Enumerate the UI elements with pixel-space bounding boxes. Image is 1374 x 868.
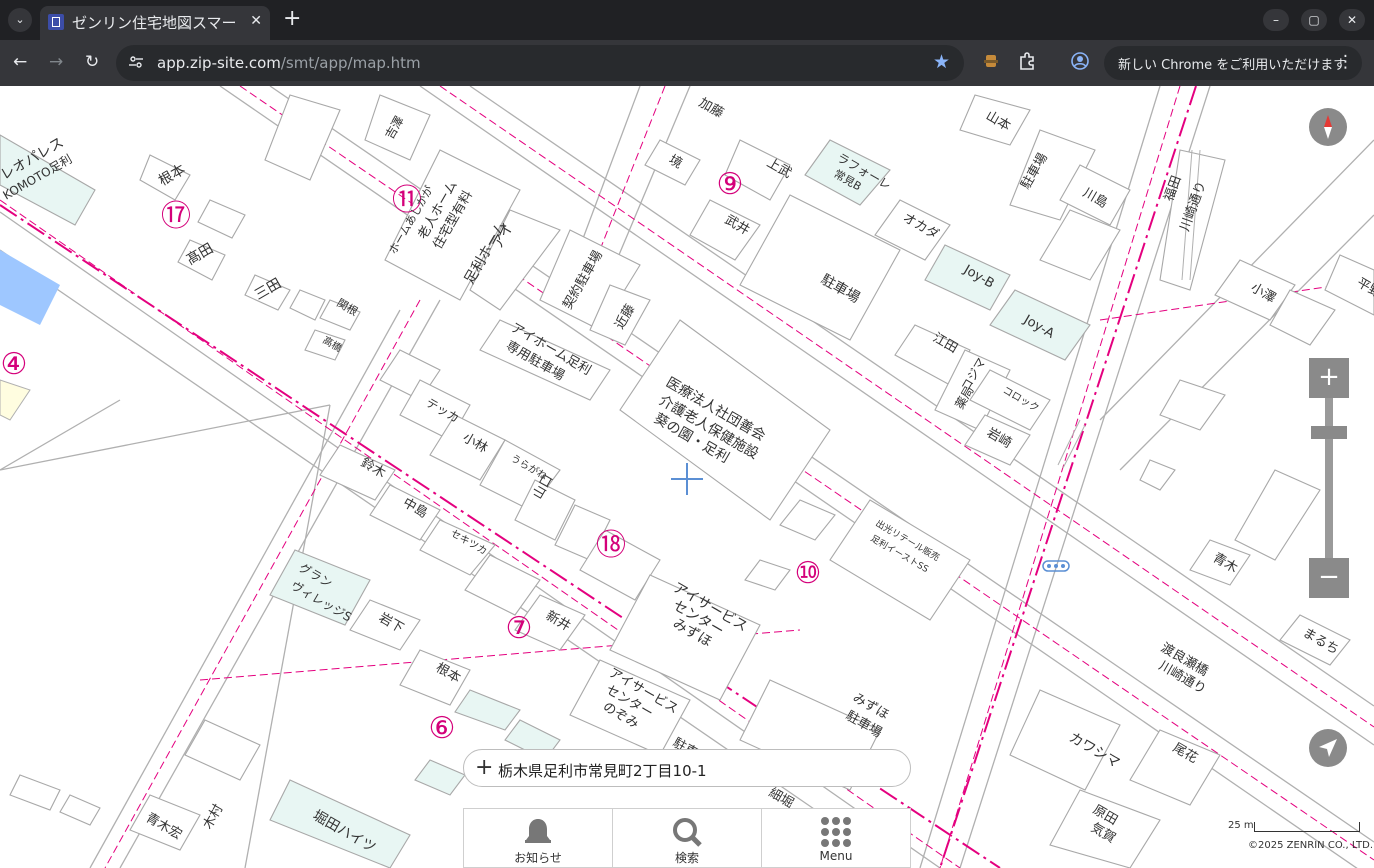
block-number: ⑰ [161,199,191,234]
bottom-menu: お知らせ 検索 Menu [463,808,911,868]
kebab-menu-icon[interactable]: ⋮ [1337,52,1354,72]
menu-label: お知らせ [514,851,562,865]
menu-button[interactable]: Menu [762,809,910,867]
zoom-out-button[interactable]: − [1309,558,1349,598]
zoom-slider-handle[interactable] [1311,426,1347,440]
search-icon [673,818,702,847]
block-number: ⑱ [596,528,626,563]
block-number: ⑨ [717,167,744,202]
current-location-icon[interactable] [1309,729,1347,767]
site-info-icon[interactable] [128,54,144,70]
tab-close-icon[interactable]: ✕ [250,13,262,29]
compass-icon[interactable] [1309,108,1347,146]
map-copyright: ©2025 ZENRIN CO., LTD. [1248,840,1373,851]
tab-search-button[interactable]: ⌄ [8,8,32,32]
block-number: ⑦ [506,611,533,646]
bookmark-star-icon[interactable]: ★ [933,51,950,73]
scale-bar [1254,822,1360,832]
menu-label: 検索 [674,851,699,865]
chrome-update-button[interactable]: 新しい Chrome をご利用いただけます ⋮ [1104,46,1362,80]
minimize-button[interactable]: – [1263,9,1289,31]
back-icon[interactable]: ← [13,52,27,72]
browser-toolbar: ← → ↻ app.zip-site.com/smt/app/map.htm ★… [0,40,1374,86]
map-label: 加藤 [696,95,726,121]
reload-icon[interactable]: ↻ [85,52,99,72]
address-text: 栃木県足利市常見町2丁目10-1 [498,762,707,780]
map-scale: 25 m [1228,820,1360,834]
menu-label: Menu [819,849,853,863]
block-number: ⑥ [429,711,456,746]
tab-title: ゼンリン住宅地図スマー [72,14,237,32]
address-bar[interactable]: app.zip-site.com/smt/app/map.htm ★ [116,45,964,81]
search-button[interactable]: 検索 [613,809,762,867]
puzzle-extensions-icon[interactable] [1017,51,1037,71]
block-number: ⑩ [795,556,822,591]
url-host: app.zip-site.com [157,54,281,72]
extension-icon[interactable] [981,51,1001,71]
profile-icon[interactable] [1070,51,1090,71]
grid-menu-icon [821,817,851,847]
block-number: ④ [1,347,28,382]
bell-icon [525,819,551,843]
url-path: /smt/app/map.htm [280,54,421,72]
yellow-lot [0,379,31,421]
pond [0,250,60,325]
plus-icon: + [475,755,494,780]
zoom-in-button[interactable]: + [1309,358,1349,398]
browser-tab[interactable]: ゼンリン住宅地図スマー ✕ [40,6,270,40]
url-text: app.zip-site.com/smt/app/map.htm [157,54,421,72]
forward-icon[interactable]: → [49,52,63,72]
zenrin-favicon-icon [48,14,64,30]
chrome-update-label: 新しい Chrome をご利用いただけます [1118,58,1347,73]
scale-label: 25 m [1228,820,1254,831]
restore-button[interactable]: ▢ [1301,9,1327,31]
map-label: 木村 [200,802,226,832]
browser-titlebar: ⌄ ゼンリン住宅地図スマー ✕ + – ▢ ✕ [0,0,1374,40]
new-tab-button[interactable]: + [283,6,301,31]
address-display[interactable]: + 栃木県足利市常見町2丁目10-1 [463,749,911,787]
close-window-button[interactable]: ✕ [1339,9,1365,31]
zoom-slider-track[interactable] [1325,398,1333,558]
notifications-button[interactable]: お知らせ [464,809,613,867]
